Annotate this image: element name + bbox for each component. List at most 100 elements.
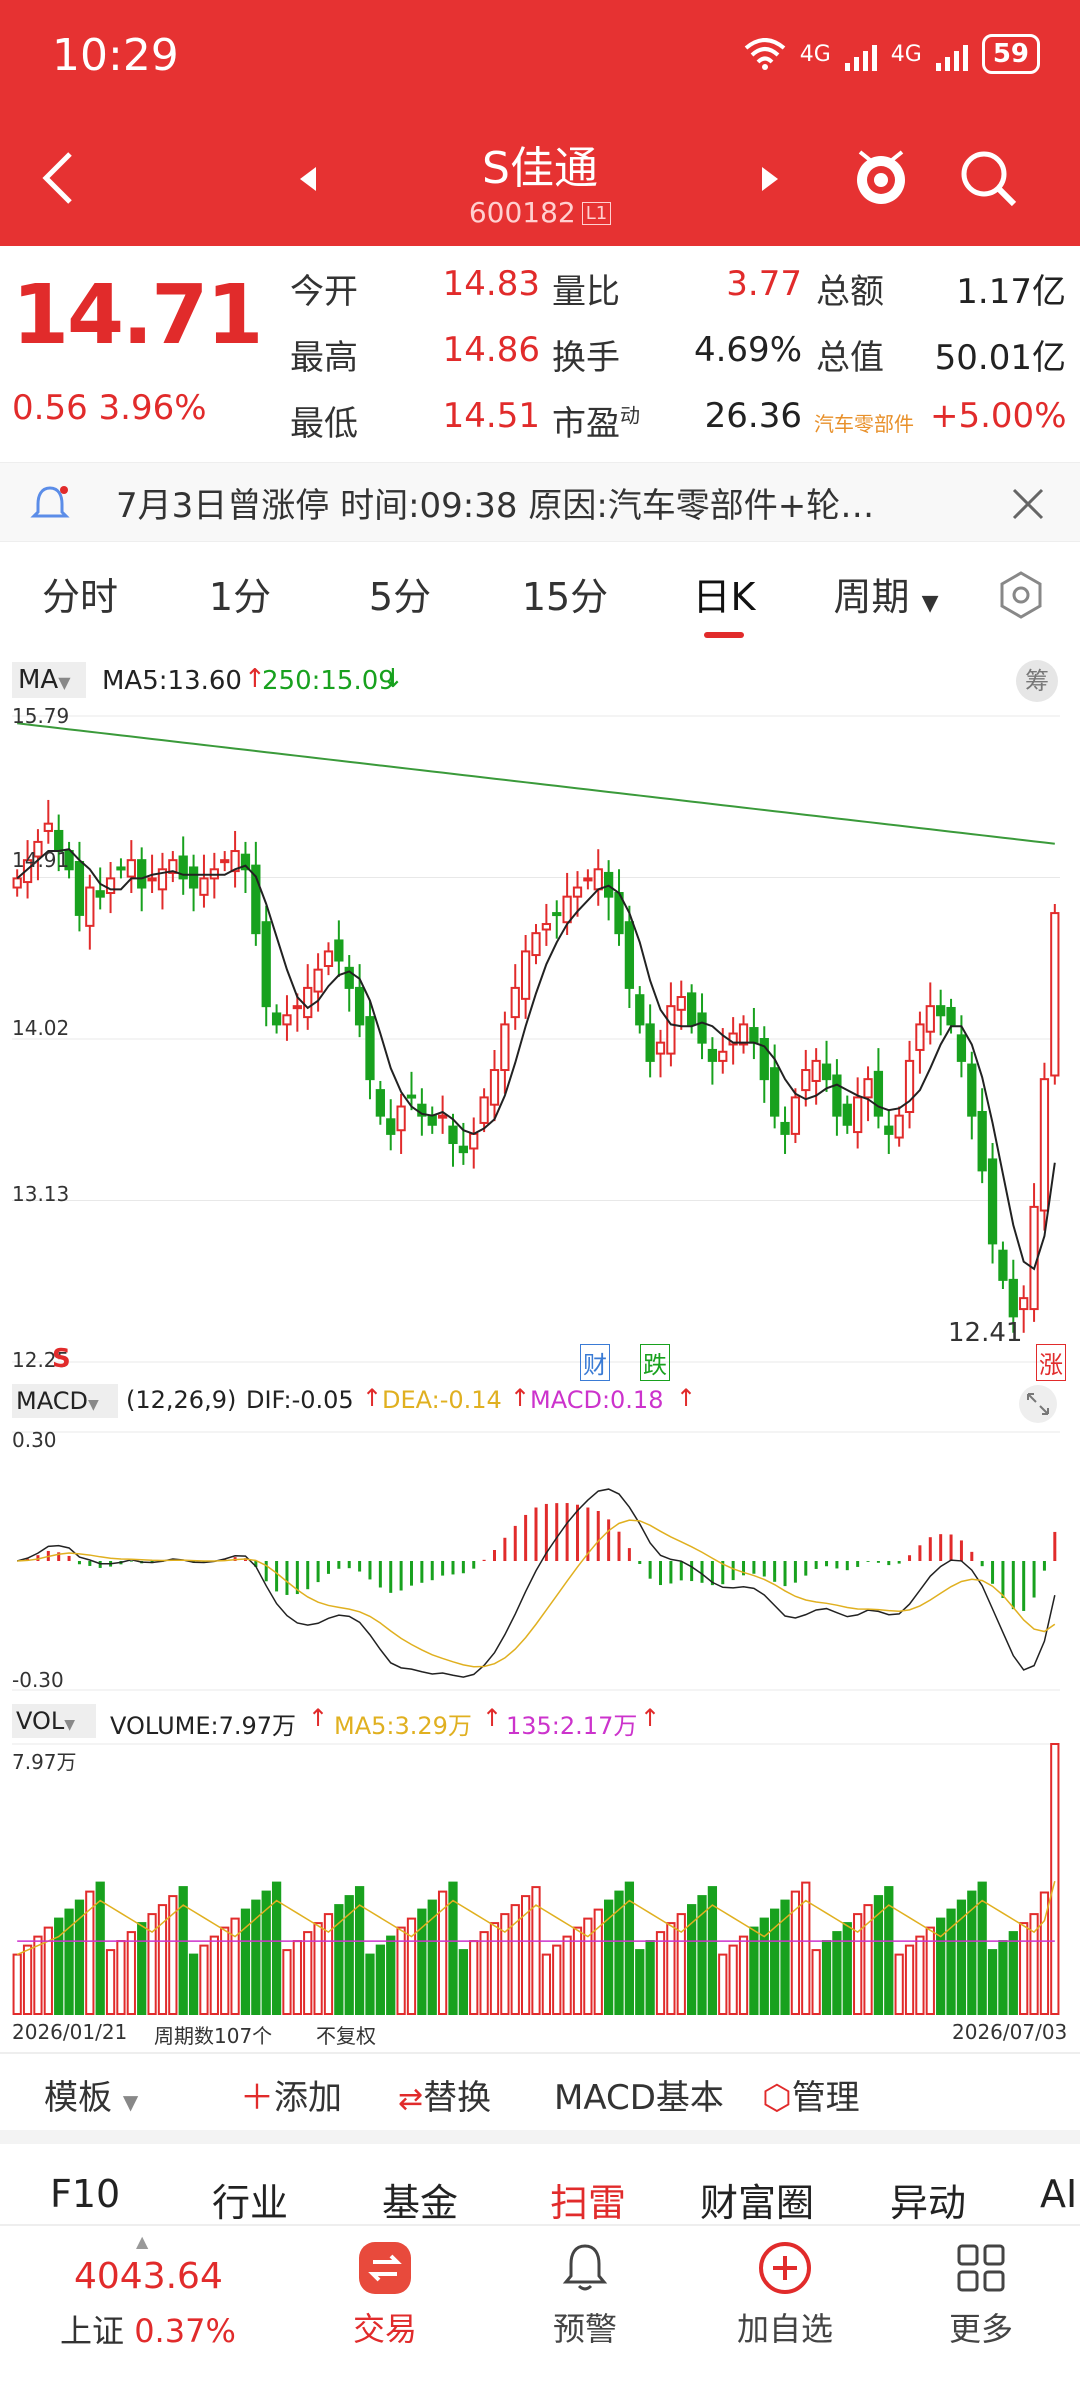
candle-body <box>749 1027 759 1044</box>
nav-trade[interactable]: 交易 <box>330 2240 440 2350</box>
volume-bar <box>199 1944 209 2015</box>
subtab-industry[interactable]: 行业 <box>212 2172 288 2227</box>
pe-text: 市盈 <box>552 404 620 444</box>
plus-icon: ＋ <box>240 2078 274 2118</box>
volume-bar <box>313 1922 323 2015</box>
replace-label: 替换 <box>423 2078 492 2118</box>
finance-marker[interactable]: 财 <box>580 1344 610 1381</box>
chart-settings-icon[interactable] <box>996 570 1046 620</box>
index-name[interactable]: 上证 0.37% <box>60 2306 236 2352</box>
bell-icon <box>30 486 70 518</box>
candle-body <box>780 1121 790 1135</box>
tab-daily-k[interactable]: 日K <box>674 566 774 621</box>
candle-body <box>1008 1278 1018 1318</box>
candle-body <box>406 1094 417 1099</box>
back-icon[interactable] <box>34 148 84 208</box>
candle-body <box>199 877 209 896</box>
candle-body <box>147 877 157 882</box>
candle-body <box>448 1125 458 1145</box>
candle-body <box>707 1048 718 1062</box>
pe-value: 26.36 <box>704 396 802 436</box>
nav-add-watchlist[interactable]: 加自选 <box>720 2240 850 2350</box>
volume-bar <box>936 1917 946 2015</box>
candle-body <box>375 1089 385 1117</box>
index-value[interactable]: 4043.64 <box>74 2256 223 2297</box>
volume-bar <box>1050 1743 1060 2015</box>
volume-bar <box>209 1935 219 2015</box>
candle-body <box>12 877 22 889</box>
volume-bar <box>552 1944 562 2015</box>
battery-icon: 59 <box>981 34 1040 74</box>
candle-body <box>365 1016 375 1081</box>
template-button[interactable]: 模板 ▼ <box>44 2070 138 2119</box>
tab-15min[interactable]: 15分 <box>510 566 620 621</box>
candle-body <box>116 866 126 871</box>
volume-bar <box>562 1935 572 2015</box>
status-icons: 4G 4G 59 <box>744 34 1040 74</box>
candle-body <box>624 921 635 989</box>
macd-selector[interactable]: MACD▼ <box>12 1384 118 1418</box>
macd-params: (12,26,9) <box>126 1386 237 1414</box>
manage-button[interactable]: ⬡管理 <box>762 2070 860 2119</box>
tab-period[interactable]: 周期 ▼ <box>826 566 946 621</box>
subtab-f10[interactable]: F10 <box>50 2172 120 2216</box>
candle-body <box>137 859 147 889</box>
assistant-robot-icon[interactable] <box>846 140 916 210</box>
close-icon[interactable] <box>1010 486 1046 522</box>
index-name-text: 上证 <box>60 2312 125 2350</box>
volume-bar <box>583 1917 593 2015</box>
volume-bar <box>188 1953 199 2015</box>
subtab-ai[interactable]: AI <box>1040 2172 1077 2216</box>
subtab-wealth-circle[interactable]: 财富圈 <box>700 2172 814 2227</box>
search-icon[interactable] <box>956 146 1020 210</box>
candle-body <box>956 1034 967 1062</box>
macd-basic-button[interactable]: MACD基本 <box>554 2070 724 2119</box>
candle-body <box>635 994 645 1026</box>
manage-label: 管理 <box>791 2078 860 2118</box>
volume-bar <box>666 1922 676 2015</box>
volume-value: VOLUME:7.97万 <box>110 1712 297 1740</box>
section-gap <box>0 2130 1080 2144</box>
limit-up-marker[interactable]: 涨 <box>1036 1344 1066 1381</box>
subtab-anomaly[interactable]: 异动 <box>890 2172 966 2227</box>
nav-more[interactable]: 更多 <box>926 2240 1036 2350</box>
candle-body <box>469 1132 479 1150</box>
s-mark: S <box>52 1344 71 1374</box>
prev-stock-icon[interactable] <box>296 164 320 194</box>
candle-body <box>531 932 541 957</box>
volume-up-arrow: ↑ <box>308 1704 329 1732</box>
subtab-risk-scan[interactable]: 扫雷 <box>550 2172 626 2227</box>
next-stock-icon[interactable] <box>758 164 782 194</box>
candle-body <box>261 921 271 1008</box>
tab-intraday[interactable]: 分时 <box>30 566 130 621</box>
ma-lines <box>16 722 1056 1271</box>
sector-label[interactable]: 汽车零部件 <box>814 408 914 437</box>
expand-icon[interactable] <box>1018 1384 1058 1424</box>
replace-indicator-button[interactable]: ⇄替换 <box>398 2070 491 2119</box>
candle-body <box>541 923 552 931</box>
ma-selector[interactable]: MA▼ <box>12 662 86 698</box>
vol-selector[interactable]: VOL▼ <box>12 1704 96 1738</box>
volume-bar <box>230 1917 240 2015</box>
subtab-fund[interactable]: 基金 <box>382 2172 458 2227</box>
volume-bar <box>728 1944 738 2015</box>
drop-marker[interactable]: 跌 <box>640 1344 670 1381</box>
tab-5min[interactable]: 5分 <box>350 566 450 621</box>
candle-body <box>884 1125 894 1135</box>
nav-alert[interactable]: 预警 <box>530 2240 640 2350</box>
candle-body <box>427 1114 437 1126</box>
candle-body <box>85 886 95 927</box>
add-indicator-button[interactable]: ＋添加 <box>240 2070 342 2119</box>
candle-body <box>946 1006 956 1026</box>
signal-2-label: 4G <box>890 41 922 67</box>
candle-body <box>572 886 583 898</box>
candle-body <box>821 1063 832 1081</box>
adjust-mode[interactable]: 不复权 <box>316 2020 376 2049</box>
wifi-icon <box>744 38 786 70</box>
chip-distribution-button[interactable]: 筹 <box>1016 660 1058 702</box>
signal-1-icon <box>844 37 877 71</box>
candle-body <box>738 1023 749 1046</box>
volume-bar <box>282 1949 292 2015</box>
volume-bar <box>406 1917 417 2015</box>
tab-1min[interactable]: 1分 <box>190 566 290 621</box>
